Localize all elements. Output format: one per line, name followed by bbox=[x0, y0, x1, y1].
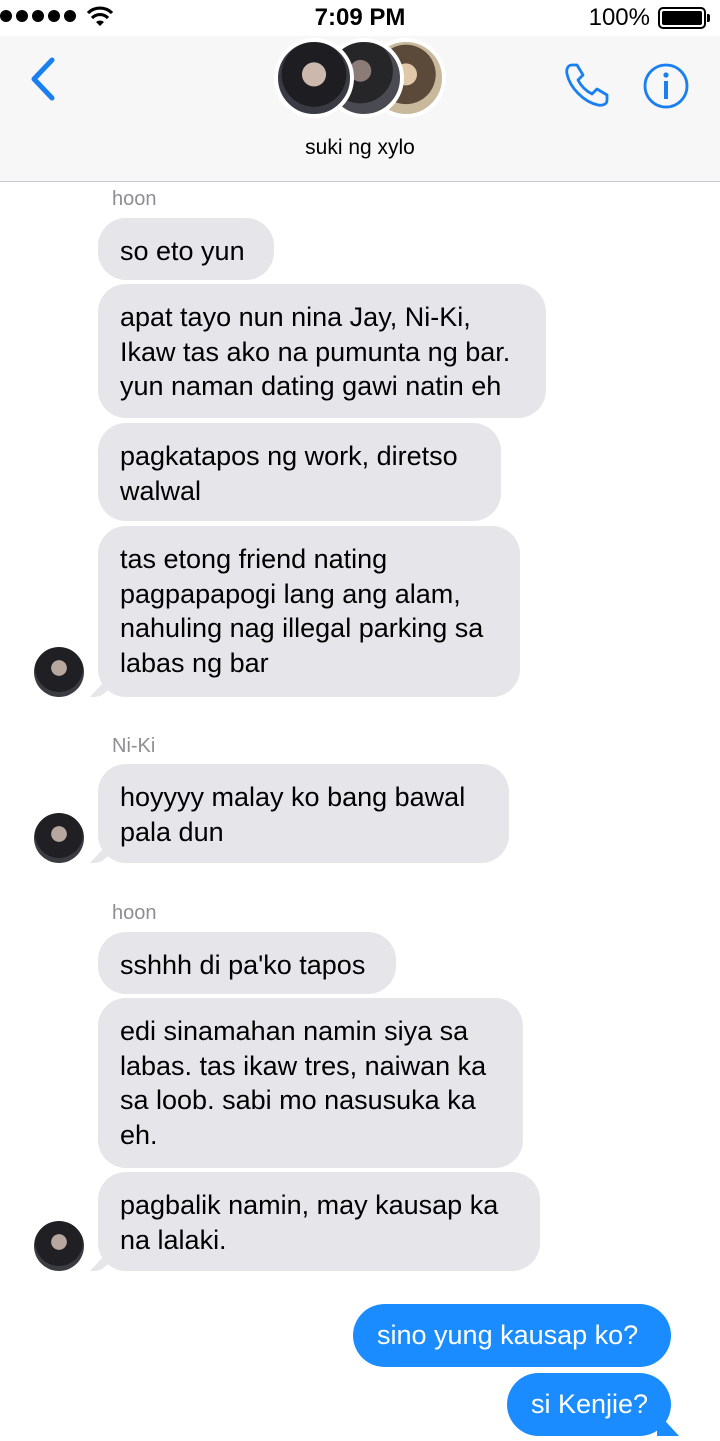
sender-name: hoon bbox=[112, 902, 157, 924]
info-icon[interactable] bbox=[642, 62, 690, 110]
group-avatars[interactable] bbox=[268, 36, 454, 122]
conversation-header: suki ng xylo bbox=[0, 36, 720, 182]
sender-avatar bbox=[34, 647, 84, 697]
group-avatar bbox=[274, 38, 354, 118]
message-bubble[interactable]: edi sinamahan namin siya sa labas. tas i… bbox=[98, 998, 523, 1168]
message-bubble[interactable]: tas etong friend nating pagpapapogi lang… bbox=[98, 526, 520, 697]
conversation-title[interactable]: suki ng xylo bbox=[0, 136, 720, 160]
sender-avatar bbox=[34, 1221, 84, 1271]
sent-message-bubble[interactable]: sino yung kausap ko? bbox=[353, 1304, 671, 1367]
sender-name: hoon bbox=[112, 188, 157, 210]
phone-icon[interactable] bbox=[562, 60, 612, 110]
message-bubble[interactable]: so eto yun bbox=[98, 218, 274, 280]
sender-avatar bbox=[34, 813, 84, 863]
message-bubble[interactable]: apat tayo nun nina Jay, Ni-Ki, Ikaw tas … bbox=[98, 284, 546, 418]
status-bar: 7:09 PM 100% bbox=[0, 0, 720, 36]
message-bubble[interactable]: pagkatapos ng work, diretso walwal bbox=[98, 423, 501, 521]
message-bubble[interactable]: hoyyyy malay ko bang bawal pala dun bbox=[98, 764, 509, 863]
battery-icon bbox=[658, 7, 710, 29]
sent-message-bubble[interactable]: si Kenjie? bbox=[507, 1373, 671, 1436]
sender-name: Ni-Ki bbox=[112, 735, 156, 757]
message-bubble[interactable]: sshhh di pa'ko tapos bbox=[98, 932, 396, 994]
battery-percentage: 100% bbox=[588, 4, 650, 31]
back-chevron-icon[interactable] bbox=[26, 54, 60, 104]
message-bubble[interactable]: pagbalik namin, may kausap ka na lalaki. bbox=[98, 1172, 540, 1271]
